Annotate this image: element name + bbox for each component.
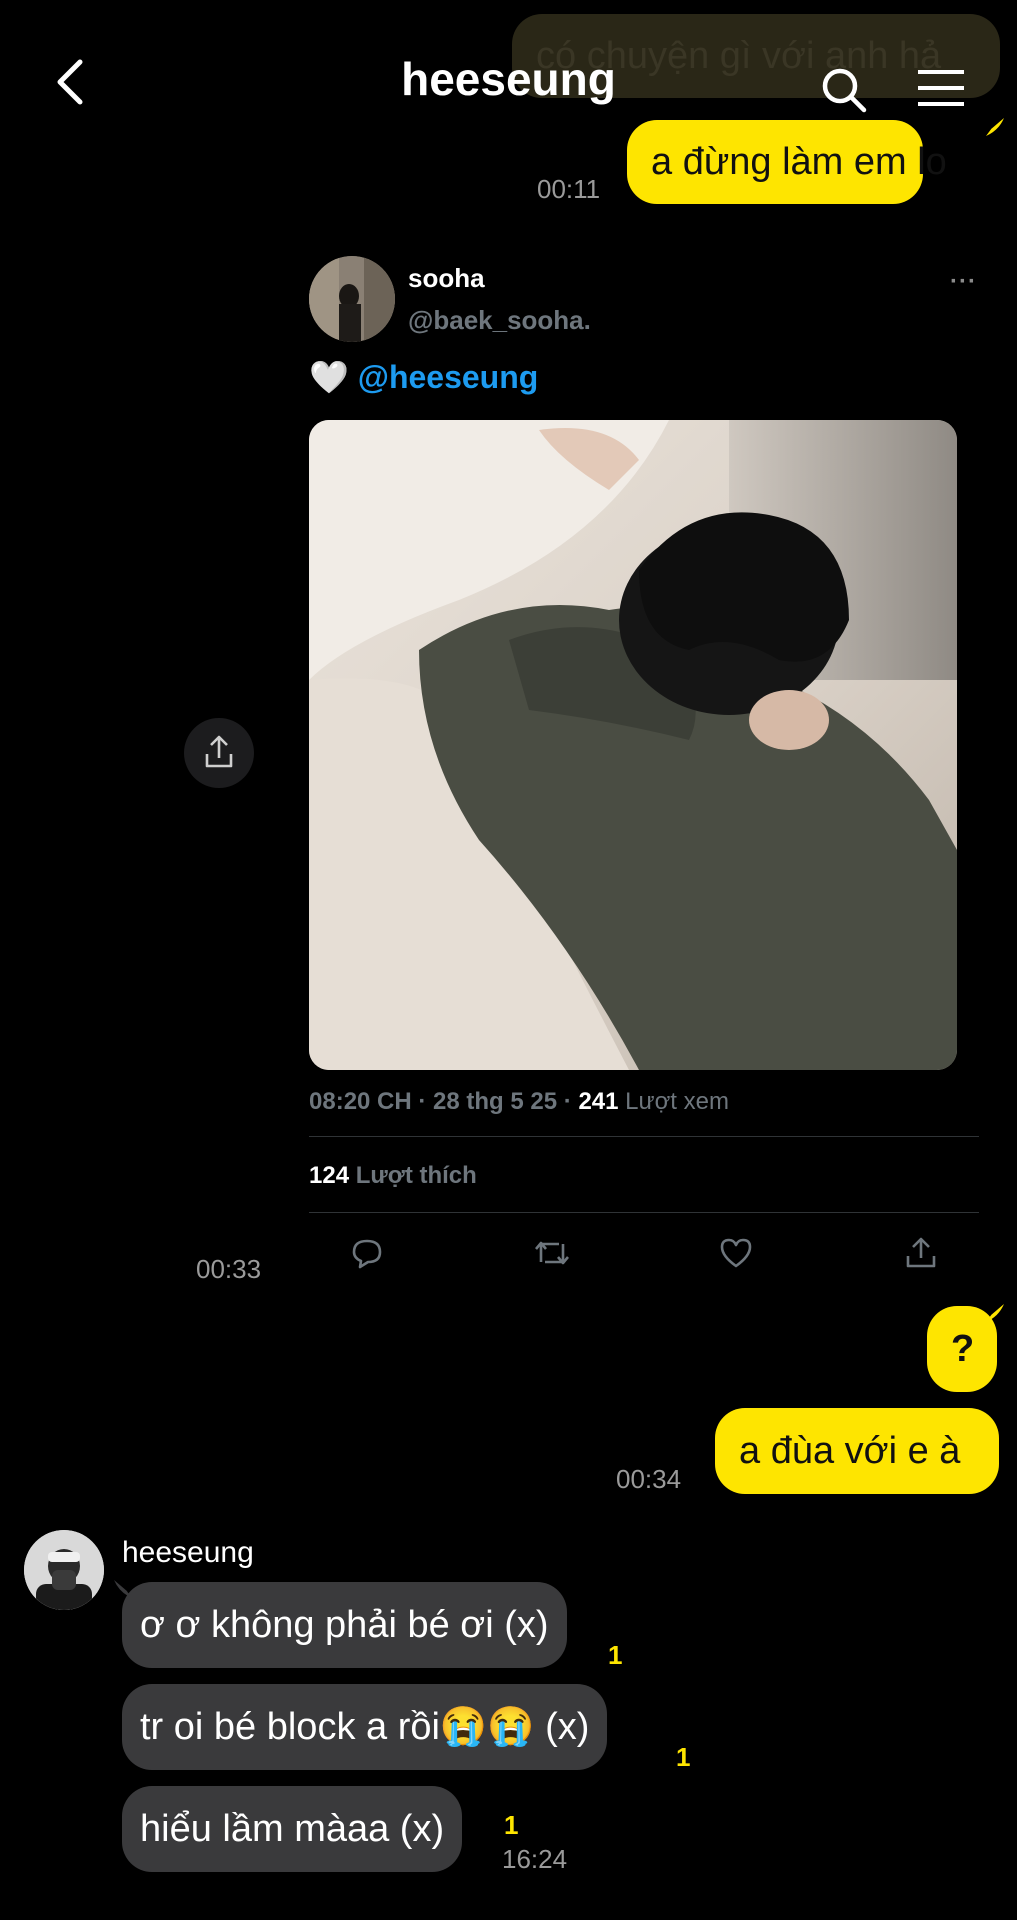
message-bubble-received[interactable]: ơ ơ không phải bé ơi (x) (122, 1582, 567, 1668)
tweet-likes-label: Lượt thích (355, 1162, 477, 1189)
tweet-timestamp: 08:20 CH · 28 thg 5 25 · (309, 1088, 572, 1115)
heart-emoji: 🤍 (309, 359, 349, 395)
message-time: 00:33 (196, 1254, 262, 1284)
unread-count: 1 (504, 1810, 519, 1840)
tweet-author-handle[interactable]: @baek_sooha. (408, 305, 591, 336)
divider (309, 1212, 979, 1213)
sender-name: heeseung (122, 1536, 254, 1569)
message-time: 00:34 (616, 1464, 682, 1494)
menu-icon[interactable] (916, 68, 966, 108)
message-bubble-received[interactable]: hiểu lầm màaa (x) (122, 1786, 463, 1872)
tweet-likes-count: 124 (309, 1162, 350, 1189)
tweet-photo-image (309, 420, 957, 1070)
message-bubble-sent[interactable]: a đùa với e à (715, 1408, 999, 1494)
tweet-views-count: 241 (578, 1088, 619, 1115)
message-time: 00:11 (537, 174, 601, 204)
message-text: ? (951, 1328, 975, 1370)
sender-avatar[interactable] (24, 1530, 104, 1610)
search-icon[interactable] (820, 66, 868, 114)
message-time: 16:24 (502, 1844, 568, 1874)
tweet-likes[interactable]: 124 Lượt thích (309, 1162, 477, 1190)
message-bubble-sent[interactable]: a đừng làm em lo (627, 120, 947, 204)
tweet-photo[interactable] (309, 420, 957, 1070)
avatar-photo (309, 256, 395, 342)
tweet-meta: 08:20 CH · 28 thg 5 25 · 241 Lượt xem (309, 1088, 729, 1116)
more-options-icon[interactable]: ··· (950, 268, 977, 296)
message-text: tr oi bé block a rồi😭😭 (x) (140, 1706, 590, 1748)
reply-icon[interactable] (350, 1236, 384, 1270)
divider (309, 1136, 979, 1137)
tweet-mention-link[interactable]: @heeseung (358, 359, 539, 395)
bubble-tail (986, 1304, 1004, 1322)
bubble-tail (986, 118, 1004, 136)
unread-count: 1 (676, 1742, 691, 1772)
share-icon (205, 735, 233, 768)
message-text: ơ ơ không phải bé ơi (x) (140, 1604, 549, 1646)
retweet-icon[interactable] (533, 1236, 571, 1270)
share-icon[interactable] (904, 1236, 938, 1270)
like-icon[interactable] (719, 1237, 753, 1269)
unread-count: 1 (608, 1640, 623, 1670)
tweet-author-avatar[interactable] (309, 256, 395, 342)
tweet-author-name[interactable]: sooha (408, 263, 485, 294)
back-icon[interactable] (52, 58, 92, 106)
message-text: a đừng làm em lo (651, 141, 947, 183)
message-text: a đùa với e à (739, 1430, 961, 1472)
message-text: hiểu lầm màaa (x) (140, 1808, 445, 1850)
tweet-text: 🤍 @heeseung (309, 358, 538, 396)
message-bubble-received[interactable]: tr oi bé block a rồi😭😭 (x) (122, 1684, 608, 1770)
avatar-photo (24, 1530, 104, 1610)
forward-share-button[interactable] (184, 718, 254, 788)
tweet-views-label: Lượt xem (625, 1088, 729, 1115)
